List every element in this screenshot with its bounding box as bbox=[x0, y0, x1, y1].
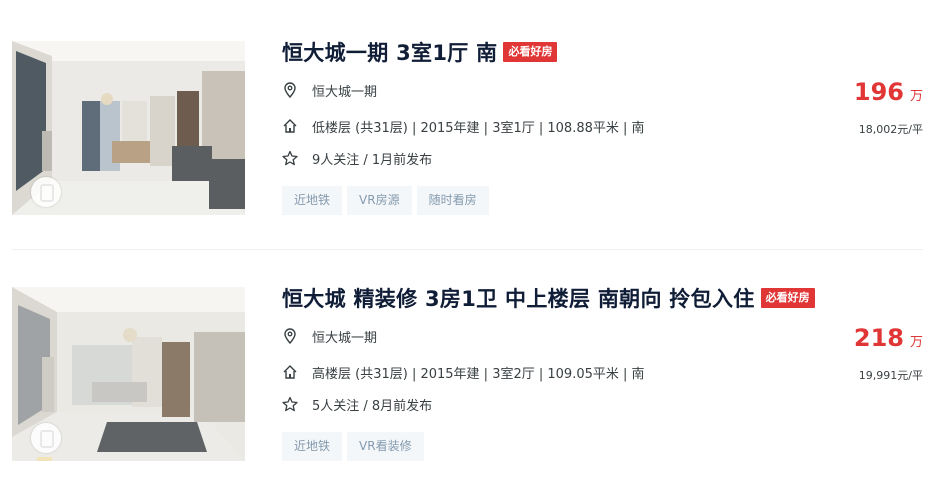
follow-row: 5人关注 / 8月前发布 bbox=[282, 394, 432, 414]
follow-info: 5人关注 / 8月前发布 bbox=[312, 398, 433, 414]
house-info: 低楼层 (共31层) | 2015年建 | 3室1厅 | 108.88平米 | … bbox=[312, 120, 645, 136]
community-link[interactable]: 恒大城一期 bbox=[312, 327, 377, 346]
total-price: 218 万 bbox=[854, 324, 923, 352]
total-price-unit: 万 bbox=[909, 89, 923, 104]
house-icon bbox=[282, 118, 298, 134]
unit-price: 18,002元/平 bbox=[858, 123, 923, 136]
listing-card: 恒大城 精装修 3房1卫 中上楼层 南朝向 拎包入住 必看好房 恒大城一期 高楼… bbox=[0, 246, 947, 472]
total-price-value: 196 bbox=[853, 78, 904, 106]
tag: 随时看房 bbox=[416, 186, 489, 215]
tag: 近地铁 bbox=[282, 432, 343, 461]
follow-row: 9人关注 / 1月前发布 bbox=[282, 148, 432, 168]
tag: VR房源 bbox=[347, 186, 412, 215]
unit-price: 19,991元/平 bbox=[858, 369, 923, 382]
follow-info: 9人关注 / 1月前发布 bbox=[312, 152, 433, 168]
listing-title[interactable]: 恒大城一期 3室1厅 南 bbox=[282, 37, 497, 67]
star-icon bbox=[282, 396, 298, 412]
total-price: 196 万 bbox=[854, 78, 923, 106]
house-info-row: 低楼层 (共31层) | 2015年建 | 3室1厅 | 108.88平米 | … bbox=[282, 116, 645, 136]
listing-photo[interactable] bbox=[12, 41, 245, 215]
must-see-badge: 必看好房 bbox=[503, 42, 558, 62]
vr-icon[interactable] bbox=[31, 177, 61, 207]
must-see-badge: 必看好房 bbox=[760, 288, 815, 308]
house-info-row: 高楼层 (共31层) | 2015年建 | 3室2厅 | 109.05平米 | … bbox=[282, 362, 645, 382]
total-price-unit: 万 bbox=[909, 335, 923, 350]
tag-list: 近地铁 VR房源 随时看房 bbox=[282, 186, 494, 215]
location-pin-icon bbox=[282, 328, 298, 344]
listing-card: 恒大城一期 3室1厅 南 必看好房 恒大城一期 低楼层 (共31层) | 201… bbox=[0, 0, 947, 226]
star-icon bbox=[282, 150, 298, 166]
vr-icon[interactable] bbox=[31, 423, 61, 453]
community-row: 恒大城一期 bbox=[282, 80, 377, 100]
community-row: 恒大城一期 bbox=[282, 326, 377, 346]
listing-photo[interactable] bbox=[12, 287, 245, 461]
house-info: 高楼层 (共31层) | 2015年建 | 3室2厅 | 109.05平米 | … bbox=[312, 366, 645, 382]
listing-title[interactable]: 恒大城 精装修 3房1卫 中上楼层 南朝向 拎包入住 bbox=[282, 283, 755, 313]
tag-list: 近地铁 VR看装修 bbox=[282, 432, 429, 461]
location-pin-icon bbox=[282, 82, 298, 98]
total-price-value: 218 bbox=[853, 324, 904, 352]
community-link[interactable]: 恒大城一期 bbox=[312, 81, 377, 100]
tag: VR看装修 bbox=[347, 432, 424, 461]
house-icon bbox=[282, 364, 298, 380]
tag: 近地铁 bbox=[282, 186, 343, 215]
